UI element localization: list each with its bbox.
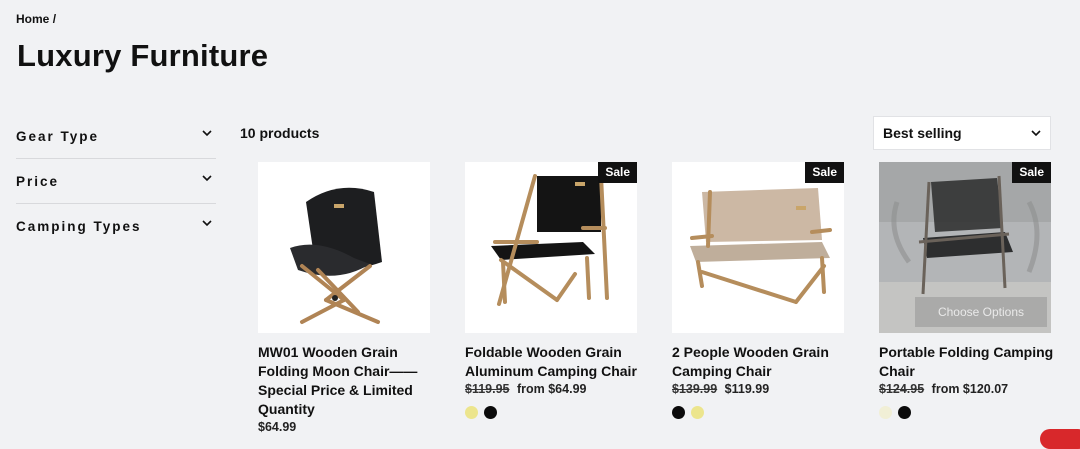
product-price: from $64.99: [516, 382, 587, 396]
swatch-cream[interactable]: [879, 406, 892, 419]
breadcrumb-home-link[interactable]: Home: [16, 12, 49, 26]
filter-label: Price: [16, 173, 60, 189]
chevron-down-icon: [202, 130, 212, 137]
product-card[interactable]: MW01 Wooden Grain Folding Moon Chair——Sp…: [258, 162, 434, 434]
product-price-row: $64.99: [258, 420, 434, 434]
product-price: $64.99: [258, 420, 297, 434]
swatch-khaki[interactable]: [691, 406, 704, 419]
swatch-black[interactable]: [672, 406, 685, 419]
color-swatches: [672, 406, 848, 419]
loveseat-chair-illustration: [690, 188, 832, 304]
breadcrumb-separator: /: [52, 12, 57, 26]
product-price-row: $139.99 $119.99: [672, 382, 848, 396]
product-old-price: $124.95: [879, 382, 925, 396]
swatch-black[interactable]: [898, 406, 911, 419]
product-image[interactable]: Sale Choose Options: [879, 162, 1051, 333]
product-price: $119.99: [724, 382, 770, 396]
product-title[interactable]: 2 People Wooden Grain Camping Chair: [672, 343, 848, 381]
product-image[interactable]: [258, 162, 430, 333]
product-price-row: $119.95 from $64.99: [465, 382, 641, 396]
product-image[interactable]: Sale: [672, 162, 844, 333]
page-title: Luxury Furniture: [17, 38, 269, 73]
filter-price[interactable]: Price: [16, 159, 216, 204]
swatch-black[interactable]: [484, 406, 497, 419]
chevron-down-icon: [202, 175, 212, 182]
filter-camping-types[interactable]: Camping Types: [16, 204, 216, 248]
color-swatches: [879, 406, 1055, 419]
product-title[interactable]: Foldable Wooden Grain Aluminum Camping C…: [465, 343, 641, 381]
product-price: from $120.07: [931, 382, 1009, 396]
camping-chair-illustration: [491, 174, 609, 306]
sort-select[interactable]: Best selling: [873, 116, 1051, 150]
sale-badge: Sale: [598, 162, 637, 183]
moon-chair-illustration: [290, 187, 382, 324]
filter-label: Camping Types: [16, 218, 142, 234]
filter-sidebar: Gear Type Price Camping Types: [16, 114, 216, 248]
choose-options-button[interactable]: Choose Options: [915, 297, 1047, 327]
chat-widget-button[interactable]: [1040, 429, 1080, 449]
breadcrumb: Home /: [16, 12, 56, 26]
sale-badge: Sale: [1012, 162, 1051, 183]
product-title[interactable]: MW01 Wooden Grain Folding Moon Chair——Sp…: [258, 343, 434, 419]
filter-label: Gear Type: [16, 128, 100, 144]
sort-selected-value: Best selling: [883, 125, 962, 141]
chevron-down-icon: [202, 220, 212, 227]
swatch-khaki[interactable]: [465, 406, 478, 419]
product-old-price: $139.99: [672, 382, 718, 396]
product-card[interactable]: Sale Choose Options Portable Folding Cam…: [879, 162, 1055, 419]
chevron-down-icon: [1031, 130, 1041, 137]
filter-gear-type[interactable]: Gear Type: [16, 114, 216, 159]
product-card[interactable]: Sale Foldable Wooden Grain Aluminum Camp…: [465, 162, 641, 419]
product-old-price: $119.95: [465, 382, 510, 396]
product-count: 10 products: [240, 125, 320, 141]
product-image[interactable]: Sale: [465, 162, 637, 333]
product-price-row: $124.95 from $120.07: [879, 382, 1055, 396]
product-title[interactable]: Portable Folding Camping Chair: [879, 343, 1055, 381]
product-card[interactable]: Sale 2 People Wooden Grain Camping Chair…: [672, 162, 848, 419]
color-swatches: [465, 406, 641, 419]
sale-badge: Sale: [805, 162, 844, 183]
